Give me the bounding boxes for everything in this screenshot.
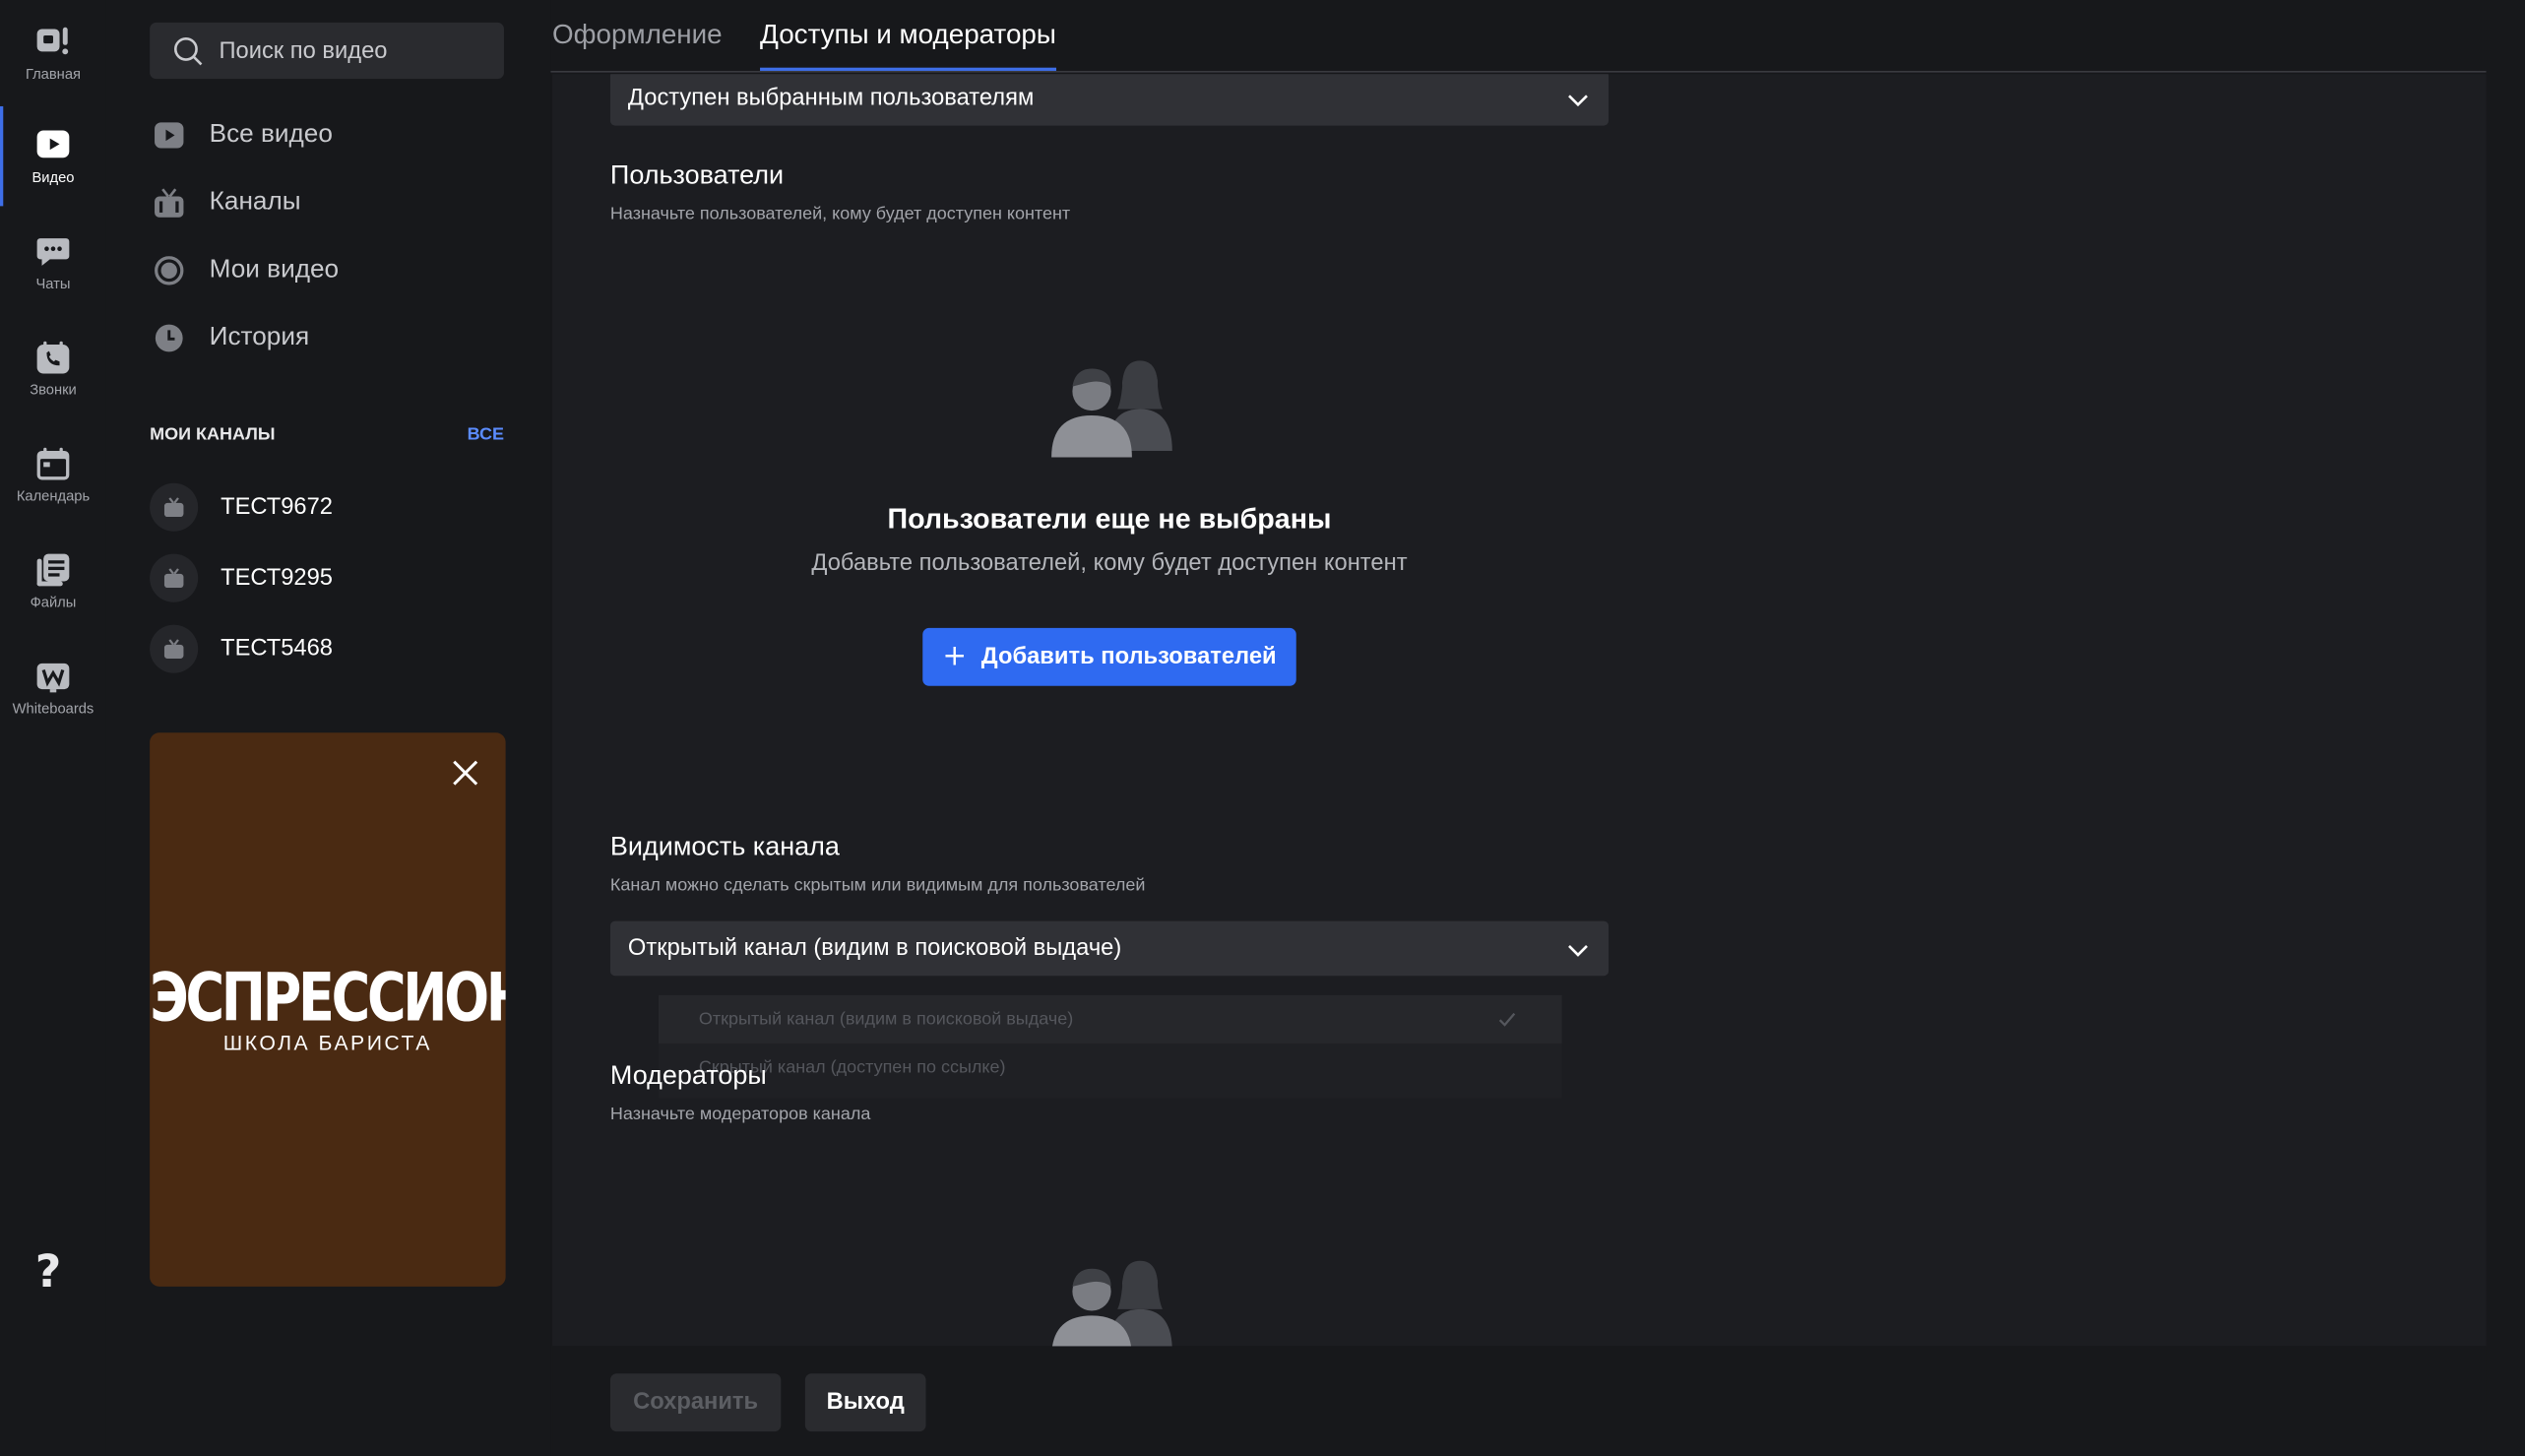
users-empty-icon [1046, 351, 1175, 458]
moderators-title: Модераторы [609, 1060, 767, 1091]
visibility-dropdown: Открытый канал (видим в поисковой выдаче… [659, 994, 1562, 1099]
rail-item-calls[interactable]: Звонки [0, 319, 106, 418]
calendar-icon [35, 446, 71, 481]
promo-subtitle: ШКОЛА БАРИСТА [222, 1030, 432, 1055]
rail-item-video[interactable]: Видео [0, 105, 106, 207]
users-title: Пользователи [609, 160, 785, 191]
rail-item-home[interactable]: Главная [0, 3, 106, 102]
users-empty-subtitle: Добавьте пользователей, кому будет досту… [811, 550, 1408, 577]
visibility-select[interactable]: Открытый канал (видим в поисковой выдаче… [609, 920, 1610, 977]
add-users-label: Добавить пользователей [980, 644, 1277, 670]
nav-my-videos[interactable]: Мои видео [150, 241, 504, 299]
rail-label: Календарь [16, 487, 91, 504]
exit-button[interactable]: Выход [804, 1373, 926, 1432]
tv-icon [163, 492, 184, 523]
users-empty-title: Пользователи еще не выбраны [887, 502, 1332, 536]
search-box[interactable] [150, 22, 504, 80]
rail-label: Главная [25, 66, 81, 83]
chevron-down-icon [1567, 87, 1590, 109]
nav-label: Все видео [209, 120, 333, 149]
nav-all-videos[interactable]: Все видео [150, 106, 504, 164]
settings-footer: Сохранить Выход [552, 1346, 2487, 1456]
channel-item[interactable]: ТЕСТ5468 [150, 623, 504, 674]
whiteboard-icon [35, 659, 71, 694]
nav-label: Каналы [209, 188, 301, 217]
users-hint: Назначьте пользователей, кому будет дост… [609, 204, 1071, 224]
tv-icon [163, 634, 184, 665]
video-icon [35, 127, 71, 162]
channel-name: ТЕСТ9295 [221, 565, 334, 592]
visibility-title: Видимость канала [609, 832, 840, 862]
access-select[interactable]: Доступен выбранным пользователям [609, 74, 1610, 126]
tab-design[interactable]: Оформление [552, 20, 723, 52]
promo-brand: ЭСПРЕССИОНИСТ [150, 958, 505, 1037]
home-icon [35, 25, 71, 60]
settings-tabs: Оформление Доступы и модераторы [550, 0, 2487, 73]
nav-label: Мои видео [209, 256, 340, 284]
channel-settings: Оформление Доступы и модераторы Доступен… [550, 0, 2525, 1456]
visibility-select-value: Открытый канал (видим в поисковой выдаче… [627, 935, 1122, 962]
my-channels-header: МОИ КАНАЛЫ ВСЕ [150, 425, 504, 445]
app-rail: Главная Видео Чаты Звонки Календарь Файл… [0, 0, 106, 1456]
chat-icon [35, 233, 71, 269]
access-select-value: Доступен выбранным пользователям [627, 85, 1035, 111]
video-sidebar: Все видео Каналы Мои видео История МОИ К… [105, 0, 551, 1456]
channel-avatar [150, 624, 199, 673]
rail-label: Видео [32, 168, 75, 186]
promo-banner[interactable]: ЭСПРЕССИОНИСТ ШКОЛА БАРИСТА [150, 732, 506, 1287]
visibility-option-open[interactable]: Открытый канал (видим в поисковой выдаче… [659, 994, 1562, 1044]
nav-label: История [209, 323, 310, 351]
tv-icon [153, 187, 185, 220]
phone-icon [35, 340, 71, 375]
rail-item-calendar[interactable]: Календарь [0, 425, 106, 525]
plus-icon: + [942, 639, 968, 673]
channel-item[interactable]: ТЕСТ9295 [150, 552, 504, 603]
channel-avatar [150, 482, 199, 532]
visibility-hint: Канал можно сделать скрытым или видимым … [609, 875, 1146, 896]
moderators-empty-icon [1046, 1251, 1175, 1347]
add-users-button[interactable]: + Добавить пользователей [922, 627, 1296, 686]
play-icon [153, 119, 185, 152]
visibility-option-hidden[interactable]: Скрытый канал (доступен по ссылке) [659, 1044, 1562, 1092]
check-icon [1497, 1010, 1517, 1030]
files-icon [35, 552, 71, 588]
record-icon [153, 254, 185, 286]
moderators-hint: Назначьте модераторов канала [609, 1105, 871, 1124]
tab-access-moderators[interactable]: Доступы и модераторы [760, 20, 1056, 71]
rail-label: Звонки [30, 381, 77, 399]
chevron-down-icon [1567, 937, 1590, 960]
close-icon[interactable] [451, 758, 479, 787]
option-label: Открытый канал (видим в поисковой выдаче… [698, 1009, 1074, 1030]
search-input[interactable] [219, 37, 477, 64]
rail-item-files[interactable]: Файлы [0, 532, 106, 631]
nav-history[interactable]: История [150, 309, 504, 367]
help-button[interactable]: ? [25, 1239, 73, 1303]
rail-item-whiteboards[interactable]: Whiteboards [0, 638, 106, 737]
rail-label: Файлы [30, 594, 77, 610]
channel-avatar [150, 553, 199, 602]
tv-icon [163, 563, 184, 594]
rail-item-chats[interactable]: Чаты [0, 213, 106, 312]
channel-item[interactable]: ТЕСТ9672 [150, 481, 504, 533]
all-channels-link[interactable]: ВСЕ [468, 425, 504, 445]
nav-channels[interactable]: Каналы [150, 174, 504, 232]
rail-label: Чаты [35, 275, 71, 292]
my-channels-title: МОИ КАНАЛЫ [150, 424, 276, 445]
channel-name: ТЕСТ5468 [221, 636, 334, 663]
search-icon [172, 34, 205, 67]
rail-label: Whiteboards [12, 700, 95, 717]
settings-panel: Доступен выбранным пользователям Пользов… [552, 74, 2487, 1347]
channel-name: ТЕСТ9672 [221, 494, 334, 521]
clock-icon [153, 322, 185, 354]
save-button[interactable]: Сохранить [609, 1373, 782, 1432]
